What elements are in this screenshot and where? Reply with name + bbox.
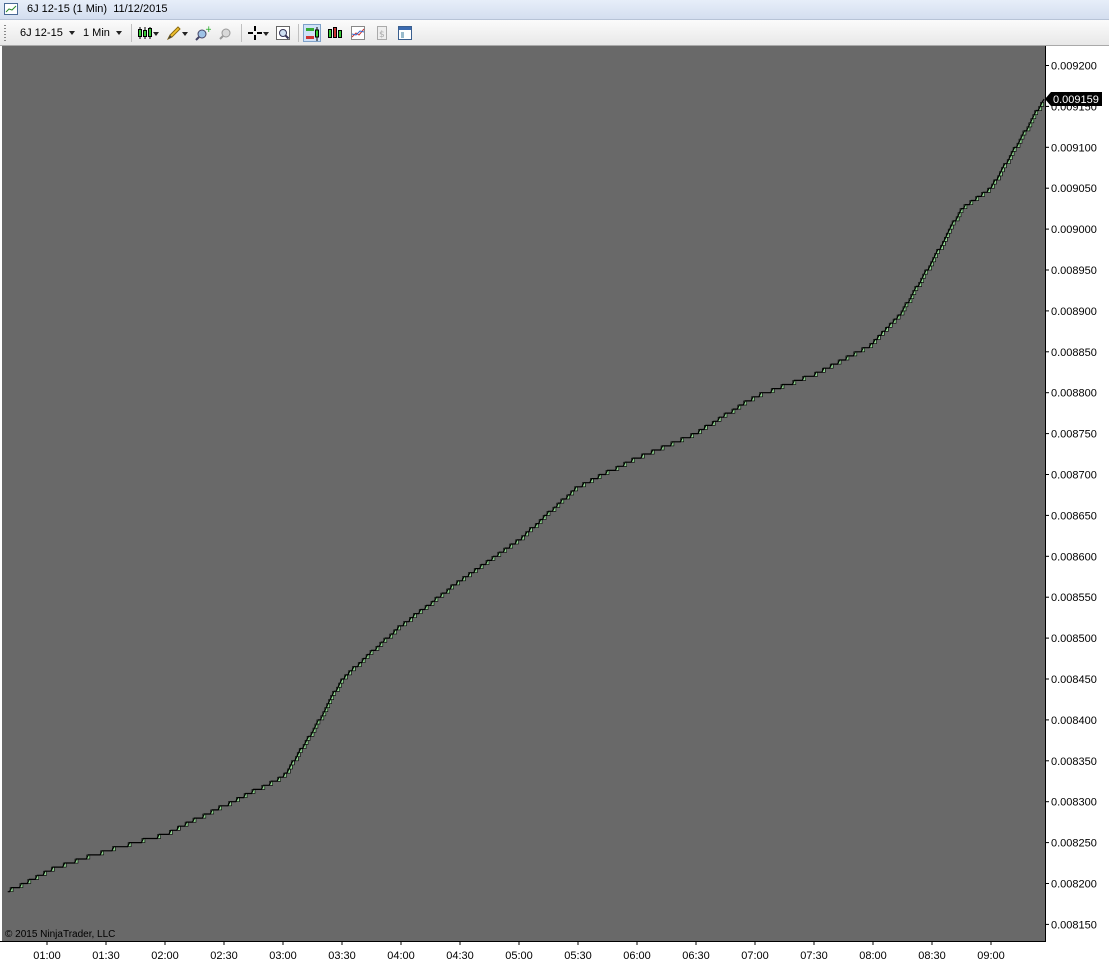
price-tick-label: 0.008500 <box>1051 633 1097 645</box>
price-tick-label: 0.008250 <box>1051 838 1097 850</box>
chevron-down-icon <box>153 32 159 36</box>
toolbar-separator <box>131 24 132 42</box>
window-titlebar: 6J 12-15 (1 Min) 11/12/2015 <box>0 0 1109 20</box>
interval-selector[interactable]: 1 Min <box>83 25 122 41</box>
time-tick-label: 05:00 <box>505 950 533 962</box>
price-tick-label: 0.009200 <box>1051 61 1097 73</box>
time-tick-label: 01:00 <box>33 950 61 962</box>
chart-trader-button[interactable] <box>303 24 321 42</box>
chart-toolbar: 6J 12-15 1 Min + $ <box>0 20 1109 46</box>
chart-area[interactable]: 0.009200 0.009150 0.009100 0.009050 0.009000… <box>0 46 1109 967</box>
market-analyzer-button[interactable]: $ <box>373 24 391 42</box>
indicators-icon <box>328 27 342 38</box>
price-tick-label: 0.008300 <box>1051 797 1097 809</box>
zoom-out-icon <box>219 28 231 40</box>
price-tick-label: 0.009100 <box>1051 142 1097 154</box>
bar-type-icon <box>138 27 152 39</box>
price-tick-label: 0.009050 <box>1051 183 1097 195</box>
instrument-selector[interactable]: 6J 12-15 <box>20 25 75 41</box>
drawing-tool-button[interactable] <box>165 24 188 42</box>
chevron-down-icon <box>263 32 269 36</box>
window-title: 6J 12-15 (1 Min) 11/12/2015 <box>27 3 168 15</box>
time-tick-label: 02:00 <box>151 950 179 962</box>
crosshair-icon <box>248 26 262 40</box>
drawing-tool-icon <box>166 26 181 41</box>
time-tick-label: 05:30 <box>564 950 592 962</box>
zoom-out-button[interactable] <box>217 24 235 42</box>
price-tick-label: 0.008750 <box>1051 429 1097 441</box>
time-tick-label: 03:00 <box>269 950 297 962</box>
price-tick-label: 0.008200 <box>1051 879 1097 891</box>
indicators-button[interactable] <box>326 24 344 42</box>
price-tick-label: 0.008350 <box>1051 756 1097 768</box>
zoom-in-icon: + <box>195 25 211 41</box>
time-tick-label: 08:30 <box>918 950 946 962</box>
price-tick-label: 0.008700 <box>1051 470 1097 482</box>
instrument-label: 6J 12-15 <box>20 27 63 39</box>
time-tick-label: 01:30 <box>92 950 120 962</box>
current-price-label: 0.009159 <box>1053 94 1099 106</box>
bar-type-button[interactable] <box>136 24 159 42</box>
price-chart[interactable]: 0.0092000.0091500.0091000.0090500.009000… <box>0 46 1109 967</box>
chevron-down-icon <box>115 31 122 36</box>
price-tick-label: 0.008150 <box>1051 919 1097 931</box>
svg-text:$: $ <box>379 30 385 40</box>
crosshair-button[interactable] <box>246 24 269 42</box>
svg-text:+: + <box>205 25 211 35</box>
data-box-button[interactable] <box>274 24 292 42</box>
properties-icon <box>398 26 412 40</box>
market-analyzer-icon: $ <box>377 26 387 40</box>
interval-label: 1 Min <box>83 27 110 39</box>
toolbar-separator <box>241 24 242 42</box>
time-tick-label: 08:00 <box>859 950 887 962</box>
strategies-button[interactable] <box>349 24 367 42</box>
time-tick-label: 04:30 <box>446 950 474 962</box>
plot-background <box>2 46 1045 941</box>
price-tick-label: 0.008800 <box>1051 388 1097 400</box>
properties-button[interactable] <box>396 24 414 42</box>
price-tick-label: 0.008400 <box>1051 715 1097 727</box>
price-tick-label: 0.008550 <box>1051 592 1097 604</box>
time-tick-label: 04:00 <box>387 950 415 962</box>
copyright-text: © 2015 NinjaTrader, LLC <box>5 929 115 940</box>
time-tick-label: 03:30 <box>328 950 356 962</box>
price-tick-label: 0.009000 <box>1051 224 1097 236</box>
toolbar-grip[interactable] <box>4 25 6 41</box>
chart-window-icon <box>4 3 18 15</box>
price-tick-label: 0.008600 <box>1051 551 1097 563</box>
time-tick-label: 06:30 <box>682 950 710 962</box>
strategies-icon <box>351 26 365 40</box>
chart-trader-icon <box>306 27 319 41</box>
price-tick-label: 0.008450 <box>1051 674 1097 686</box>
price-tick-label: 0.008950 <box>1051 265 1097 277</box>
time-tick-label: 09:00 <box>977 950 1005 962</box>
time-tick-label: 02:30 <box>210 950 238 962</box>
data-box-icon <box>276 26 290 40</box>
price-tick-label: 0.008650 <box>1051 510 1097 522</box>
zoom-in-button[interactable]: + <box>194 24 212 42</box>
price-tick-label: 0.008850 <box>1051 347 1097 359</box>
chevron-down-icon <box>68 31 75 36</box>
toolbar-separator <box>298 24 299 42</box>
time-tick-label: 06:00 <box>623 950 651 962</box>
price-tick-label: 0.008900 <box>1051 306 1097 318</box>
chevron-down-icon <box>182 32 188 36</box>
time-tick-label: 07:00 <box>741 950 769 962</box>
time-tick-label: 07:30 <box>800 950 828 962</box>
